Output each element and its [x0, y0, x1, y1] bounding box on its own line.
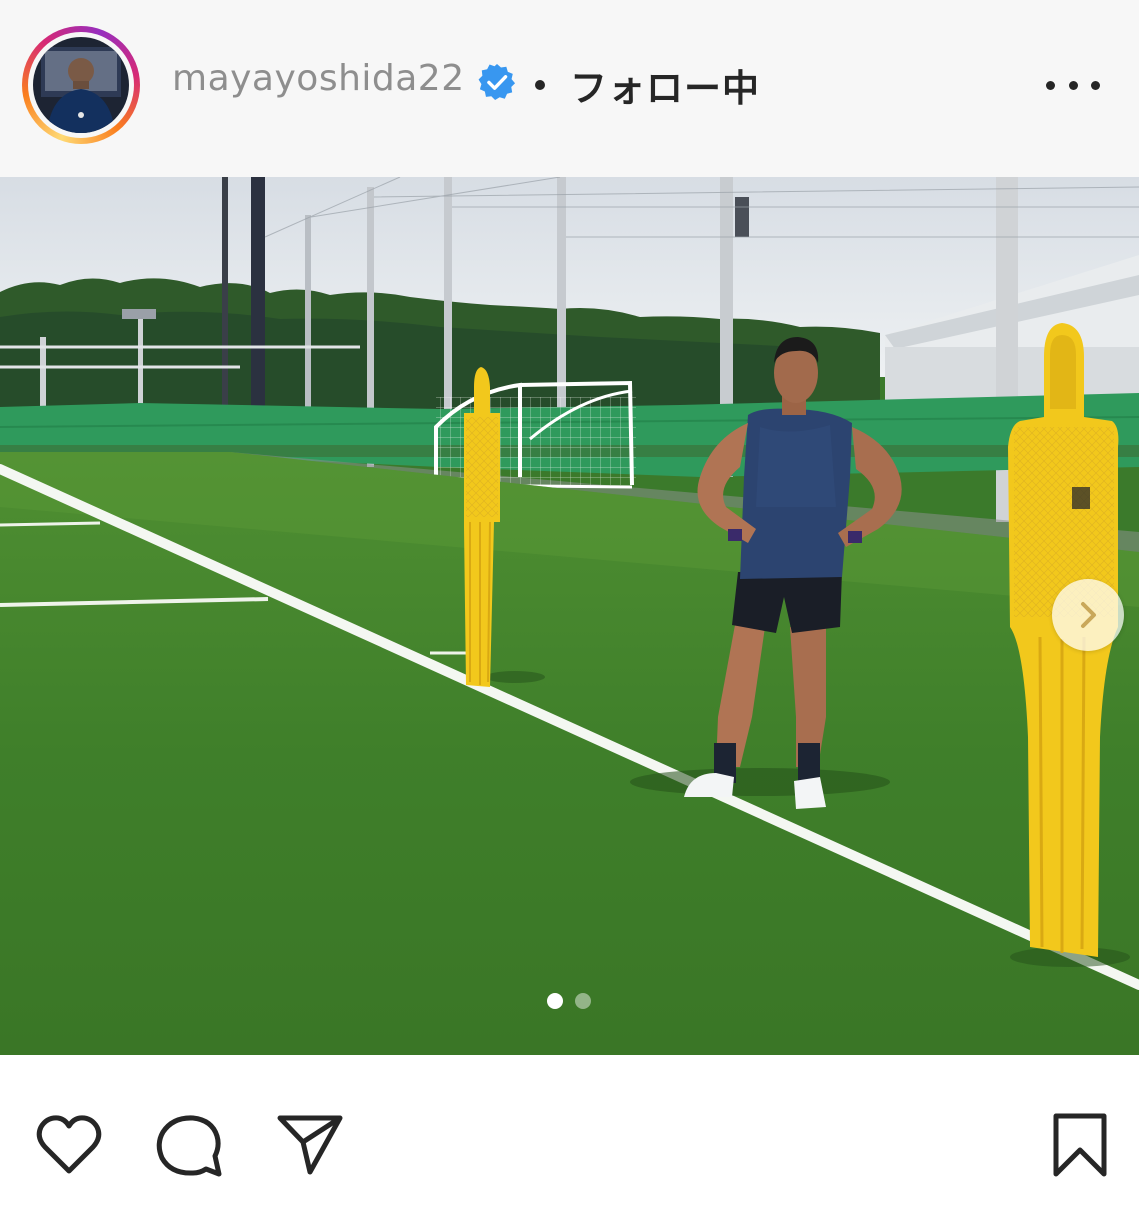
- carousel-next-button[interactable]: [1052, 579, 1124, 651]
- post-header: mayayoshida22 フォロー中: [0, 0, 1139, 176]
- username[interactable]: mayayoshida22: [172, 58, 465, 99]
- follow-status-button[interactable]: フォロー中: [570, 58, 760, 112]
- comment-bubble-icon[interactable]: [153, 1110, 225, 1182]
- carousel-dot-active: [547, 993, 563, 1009]
- paper-plane-icon[interactable]: [274, 1110, 346, 1182]
- post-image[interactable]: [0, 177, 1139, 1055]
- avatar-image: [33, 37, 129, 133]
- carousel-dot: [575, 993, 591, 1009]
- training-pitch-photo: [0, 177, 1139, 1055]
- separator-dot: [535, 80, 545, 90]
- profile-avatar[interactable]: [22, 26, 140, 144]
- post-actions-bar: [0, 1055, 1139, 1221]
- chevron-right-icon: [1081, 602, 1096, 628]
- carousel-indicator: [547, 992, 597, 1010]
- verified-badge-icon: [478, 63, 516, 101]
- heart-icon[interactable]: [33, 1110, 105, 1182]
- bookmark-icon[interactable]: [1046, 1110, 1118, 1182]
- more-options-icon[interactable]: [1046, 70, 1100, 100]
